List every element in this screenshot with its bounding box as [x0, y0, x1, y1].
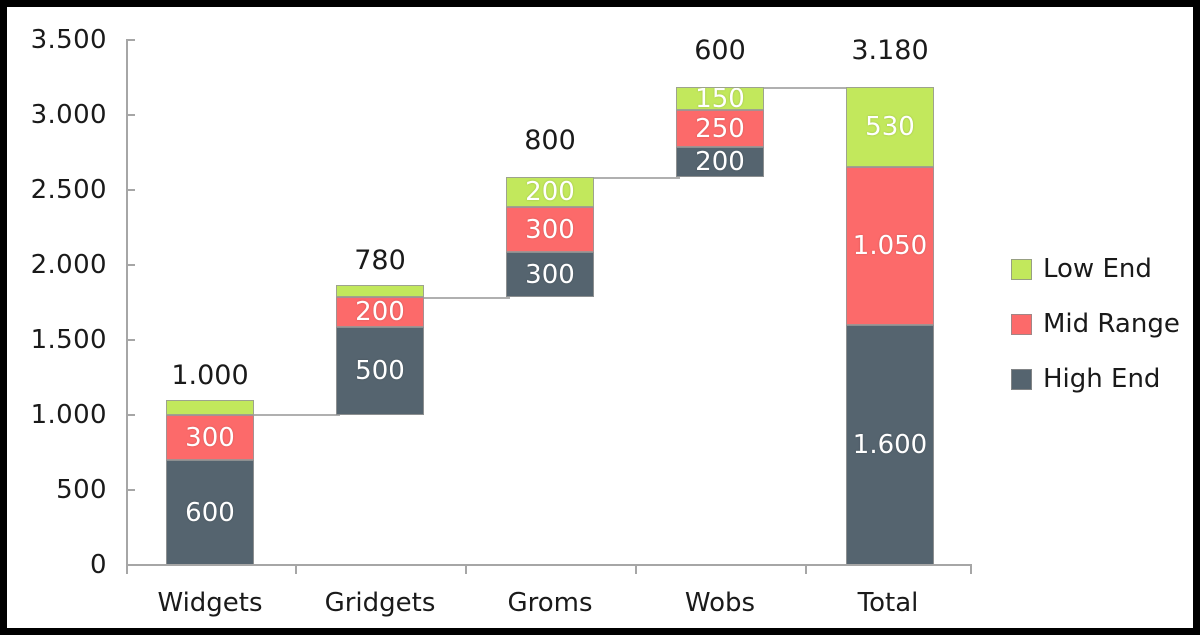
bar-segment-wobs-mid-range[interactable]: 250	[676, 110, 764, 147]
y-tick-mark-1500	[126, 339, 135, 341]
bar-segment-label: 1.050	[852, 231, 928, 261]
y-axis-line	[126, 40, 128, 567]
bar-group-widgets[interactable]: 300 600	[166, 7, 254, 567]
bar-group-groms[interactable]: 200 300 300	[506, 7, 594, 567]
y-tick-mark-3500	[126, 39, 135, 41]
bar-segment-widgets-high-end[interactable]: 600	[166, 460, 254, 565]
x-tick-mark-3	[635, 564, 637, 574]
legend-label: Low End	[1043, 254, 1152, 284]
bar-segment-groms-low-end[interactable]: 200	[506, 177, 594, 207]
bar-segment-widgets-low-end[interactable]	[166, 400, 254, 415]
bar-segment-gridgets-mid-range[interactable]: 200	[336, 297, 424, 327]
bar-total-label-widgets: 1.000	[171, 360, 249, 391]
bar-group-total[interactable]: 530 1.050 1.600	[846, 7, 934, 567]
connector-groms-wobs	[594, 177, 680, 179]
bar-segment-label: 600	[185, 497, 235, 528]
bar-segment-label: 150	[695, 87, 745, 110]
legend-item-high-end[interactable]: High End	[1011, 365, 1160, 393]
y-tick-label-1000: 1.000	[30, 400, 107, 430]
legend-item-low-end[interactable]: Low End	[1011, 255, 1152, 283]
legend-swatch-mid-range-icon	[1011, 313, 1032, 335]
y-tick-label-3000: 3.000	[30, 100, 107, 130]
bar-group-wobs[interactable]: 150 250 200	[676, 7, 764, 567]
y-tick-label-2500: 2.500	[30, 175, 107, 205]
x-tick-mark-0	[126, 564, 128, 574]
connector-widgets-gridgets	[254, 414, 340, 416]
y-tick-mark-1000	[126, 414, 135, 416]
y-tick-mark-2500	[126, 189, 135, 191]
x-axis-line	[126, 564, 972, 566]
x-tick-mark-1	[295, 564, 297, 574]
bar-total-label-groms: 800	[524, 125, 576, 156]
chart-plot-area: 3.500 3.000 2.500 2.000 1.500 1.000 500 …	[7, 7, 1193, 628]
x-tick-mark-2	[465, 564, 467, 574]
bar-segment-total-high-end[interactable]: 1.600	[846, 325, 934, 565]
x-tick-mark-5	[970, 564, 972, 574]
bar-segment-groms-high-end[interactable]: 300	[506, 252, 594, 297]
y-tick-label-500: 500	[56, 475, 107, 505]
bar-segment-label: 1.600	[852, 430, 928, 460]
bar-segment-label: 200	[355, 297, 405, 327]
x-category-label-wobs: Wobs	[684, 588, 756, 618]
bar-segment-label: 200	[695, 147, 745, 177]
y-tick-mark-500	[126, 489, 135, 491]
bar-total-label-total: 3.180	[851, 35, 929, 66]
legend-swatch-low-end-icon	[1011, 258, 1032, 280]
legend-label: Mid Range	[1043, 309, 1180, 339]
bar-group-gridgets[interactable]: 200 500	[336, 7, 424, 567]
x-category-label-total: Total	[857, 588, 919, 618]
legend-swatch-high-end-icon	[1011, 368, 1032, 390]
bar-total-label-gridgets: 780	[354, 245, 406, 276]
bar-segment-label: 500	[355, 356, 405, 386]
bar-segment-label: 250	[695, 113, 745, 144]
bar-segment-total-low-end[interactable]: 530	[846, 87, 934, 167]
connector-wobs-total	[764, 87, 850, 89]
chart-legend: Low End Mid Range High End	[1011, 255, 1186, 392]
legend-label: High End	[1043, 364, 1161, 394]
bar-segment-gridgets-low-end[interactable]	[336, 285, 424, 297]
bar-segment-label: 530	[865, 112, 915, 142]
bar-segment-wobs-low-end[interactable]: 150	[676, 87, 764, 110]
bar-total-label-wobs: 600	[694, 35, 746, 66]
y-tick-mark-3000	[126, 114, 135, 116]
x-category-label-gridgets: Gridgets	[324, 588, 436, 618]
bar-segment-label: 300	[525, 259, 575, 290]
y-tick-label-2000: 2.000	[30, 250, 107, 280]
y-tick-label-3500: 3.500	[30, 25, 107, 55]
bar-segment-label: 200	[525, 177, 575, 207]
bar-segment-label: 300	[185, 422, 235, 453]
y-tick-label-0: 0	[90, 550, 107, 580]
bar-segment-groms-mid-range[interactable]: 300	[506, 207, 594, 252]
bar-segment-gridgets-high-end[interactable]: 500	[336, 327, 424, 415]
bar-segment-widgets-mid-range[interactable]: 300	[166, 415, 254, 460]
legend-item-mid-range[interactable]: Mid Range	[1011, 310, 1180, 338]
bar-segment-total-mid-range[interactable]: 1.050	[846, 167, 934, 325]
bar-segment-wobs-high-end[interactable]: 200	[676, 147, 764, 177]
bar-segment-label: 300	[525, 214, 575, 245]
y-tick-mark-2000	[126, 264, 135, 266]
chart-frame: 3.500 3.000 2.500 2.000 1.500 1.000 500 …	[0, 0, 1200, 635]
y-tick-label-1500: 1.500	[30, 325, 107, 355]
x-tick-mark-4	[805, 564, 807, 574]
x-category-label-widgets: Widgets	[157, 588, 263, 618]
x-category-label-groms: Groms	[507, 588, 593, 618]
connector-gridgets-groms	[424, 297, 510, 299]
